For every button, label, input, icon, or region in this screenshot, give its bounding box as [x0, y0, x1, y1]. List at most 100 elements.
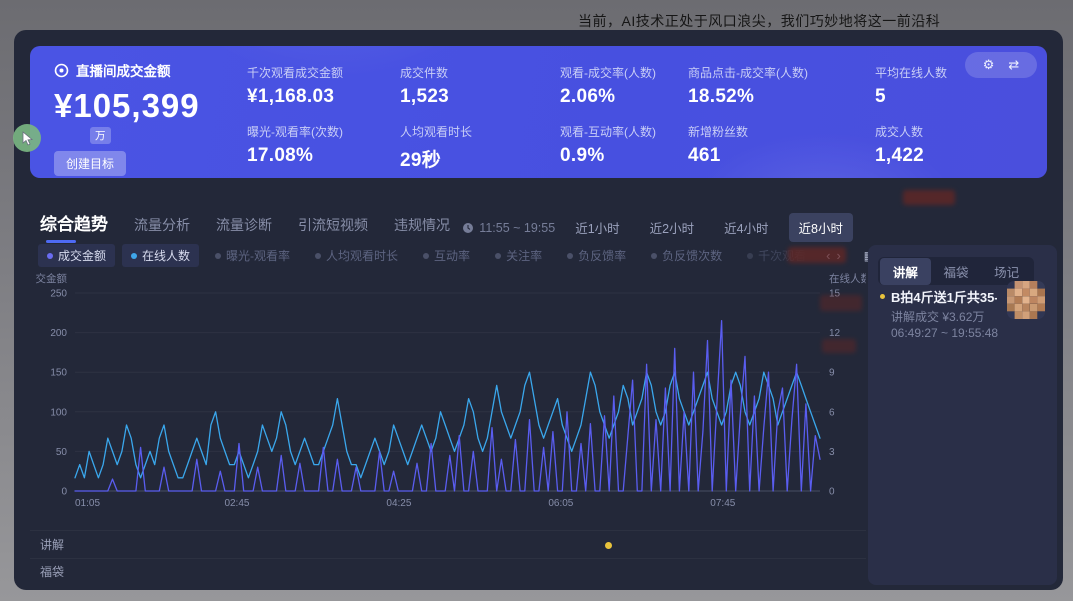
time-range-text: 11:55 ~ 19:55	[479, 221, 555, 235]
legend-dot	[423, 253, 429, 259]
svg-text:06:05: 06:05	[548, 498, 573, 509]
tab-traffic-analysis[interactable]: 流量分析	[134, 215, 190, 235]
svg-text:3: 3	[829, 447, 835, 458]
tab-traffic-diagnosis[interactable]: 流量诊断	[216, 215, 272, 235]
legend-label: 成交金额	[58, 247, 106, 264]
product-time-range: 06:49:27 ~ 19:55:48	[891, 326, 998, 340]
primary-metric: 直播间成交金额 ¥105,399 万 创建目标	[54, 60, 254, 176]
side-panel: 讲解 福袋 场记 B拍4斤送1斤共35-4... 讲解成交 ¥3.62万 06:…	[868, 245, 1057, 585]
unit-badge: 万	[90, 127, 111, 144]
explain-marker-dot[interactable]	[605, 542, 612, 549]
metric: 新增粉丝数 461	[688, 123, 858, 167]
mouse-pointer-icon	[21, 131, 34, 146]
metric-value: 29秒	[400, 145, 570, 172]
time-range-controls: 11:55 ~ 19:55 近1小时 近2小时 近4小时 近8小时	[462, 213, 853, 242]
metric: 商品点击-成交率(人数) 18.52%	[688, 64, 858, 108]
primary-metric-value: ¥105,399	[54, 87, 254, 125]
svg-text:07:45: 07:45	[710, 498, 735, 509]
legend-interaction-rate[interactable]: 互动率	[414, 244, 479, 267]
metric: 曝光-观看率(次数) 17.08%	[247, 123, 417, 167]
legend-follow-rate[interactable]: 关注率	[486, 244, 551, 267]
legend-label: 负反馈率	[578, 247, 626, 264]
metric-value: 17.08%	[247, 145, 417, 167]
svg-text:成交金额: 成交金额	[36, 273, 67, 285]
svg-text:02:45: 02:45	[224, 498, 249, 509]
legend-avg-watch-time[interactable]: 人均观看时长	[306, 244, 407, 267]
svg-text:0: 0	[61, 487, 67, 498]
metric: 人均观看时长 29秒	[400, 123, 570, 172]
metric: 成交人数 1,422	[875, 123, 1045, 167]
banner-tools[interactable]: ⚙ ⇄	[965, 52, 1037, 78]
tab-short-video[interactable]: 引流短视频	[298, 215, 368, 235]
svg-text:在线人数: 在线人数	[829, 273, 866, 285]
legend-dot	[651, 253, 657, 259]
metrics-banner: 直播间成交金额 ¥105,399 万 创建目标 千次观看成交金额 ¥1,168.…	[30, 46, 1047, 178]
metric-label: 新增粉丝数	[688, 123, 858, 140]
legend-gmv[interactable]: 成交金额	[38, 244, 115, 267]
track-divider	[30, 558, 866, 559]
product-deal-amount: 讲解成交 ¥3.62万	[891, 308, 984, 325]
svg-text:100: 100	[50, 407, 67, 418]
trend-chart: 25015200121509100650300成交金额在线人数01:0502:4…	[36, 273, 866, 510]
svg-text:250: 250	[50, 289, 67, 300]
legend-dot	[131, 253, 137, 259]
svg-text:01:05: 01:05	[75, 498, 100, 509]
metric-value: ¥1,168.03	[247, 86, 417, 108]
svg-text:9: 9	[829, 368, 835, 379]
settings-gear-icon[interactable]: ⚙	[983, 57, 995, 73]
range-button-8h[interactable]: 近8小时	[789, 213, 853, 242]
trend-chart-svg: 25015200121509100650300成交金额在线人数01:0502:4…	[36, 273, 866, 510]
track-row-luckybag: 福袋	[40, 563, 64, 580]
svg-text:0: 0	[829, 487, 835, 498]
clock-icon	[462, 222, 474, 234]
product-thumbnail	[1007, 281, 1045, 319]
metric-label: 成交人数	[875, 123, 1045, 140]
metric-value: 461	[688, 145, 858, 167]
red-annotation-mark	[903, 190, 955, 205]
tab-violations[interactable]: 违规情况	[394, 215, 450, 235]
legend-negative-feedback-rate[interactable]: 负反馈率	[558, 244, 635, 267]
metric-label: 成交件数	[400, 64, 570, 81]
track-row-explain: 讲解	[40, 536, 64, 553]
legend-label: 人均观看时长	[326, 247, 398, 264]
legend-dot	[567, 253, 573, 259]
legend-dot	[315, 253, 321, 259]
screen: 当前，AI技术正处于风口浪尖，我们巧妙地将这一前沿科 直播间成交金额 ¥105,…	[0, 0, 1073, 601]
metric-value: 1,523	[400, 86, 570, 108]
svg-text:04:25: 04:25	[386, 498, 411, 509]
range-button-4h[interactable]: 近4小时	[714, 213, 778, 242]
legend-label: 关注率	[506, 247, 542, 264]
product-title[interactable]: B拍4斤送1斤共35-4...	[891, 287, 997, 306]
red-annotation-mark	[788, 247, 846, 263]
metric-value: 5	[875, 86, 1045, 108]
legend-online-users[interactable]: 在线人数	[122, 244, 199, 267]
video-caption: 当前，AI技术正处于风口浪尖，我们巧妙地将这一前沿科	[578, 11, 940, 31]
metric-label: 商品点击-成交率(人数)	[688, 64, 858, 81]
panel-tab-explain[interactable]: 讲解	[880, 258, 931, 285]
target-icon	[54, 63, 69, 78]
range-button-1h[interactable]: 近1小时	[565, 213, 629, 242]
create-goal-button[interactable]: 创建目标	[54, 151, 126, 176]
time-range: 11:55 ~ 19:55	[462, 221, 555, 235]
legend-label: 负反馈次数	[662, 247, 722, 264]
panel-tab-luckybag[interactable]: 福袋	[931, 258, 982, 285]
metric-value: 18.52%	[688, 86, 858, 108]
metric-value: 1,422	[875, 145, 1045, 167]
metric: 千次观看成交金额 ¥1,168.03	[247, 64, 417, 108]
red-annotation-mark	[822, 339, 856, 353]
range-button-2h[interactable]: 近2小时	[640, 213, 704, 242]
metric: 成交件数 1,523	[400, 64, 570, 108]
legend-negative-feedback-count[interactable]: 负反馈次数	[642, 244, 731, 267]
legend-exposure-view-rate[interactable]: 曝光-观看率	[206, 244, 299, 267]
track-divider	[30, 530, 866, 531]
svg-text:50: 50	[56, 447, 68, 458]
tab-overall-trend[interactable]: 综合趋势	[40, 210, 108, 235]
legend-label: 互动率	[434, 247, 470, 264]
swap-metrics-icon[interactable]: ⇄	[1008, 57, 1019, 73]
legend-dot	[495, 253, 501, 259]
legend-dot	[47, 253, 53, 259]
metric-label: 人均观看时长	[400, 123, 570, 140]
metric-label: 千次观看成交金额	[247, 64, 417, 81]
svg-text:6: 6	[829, 407, 835, 418]
red-annotation-mark	[820, 295, 862, 311]
